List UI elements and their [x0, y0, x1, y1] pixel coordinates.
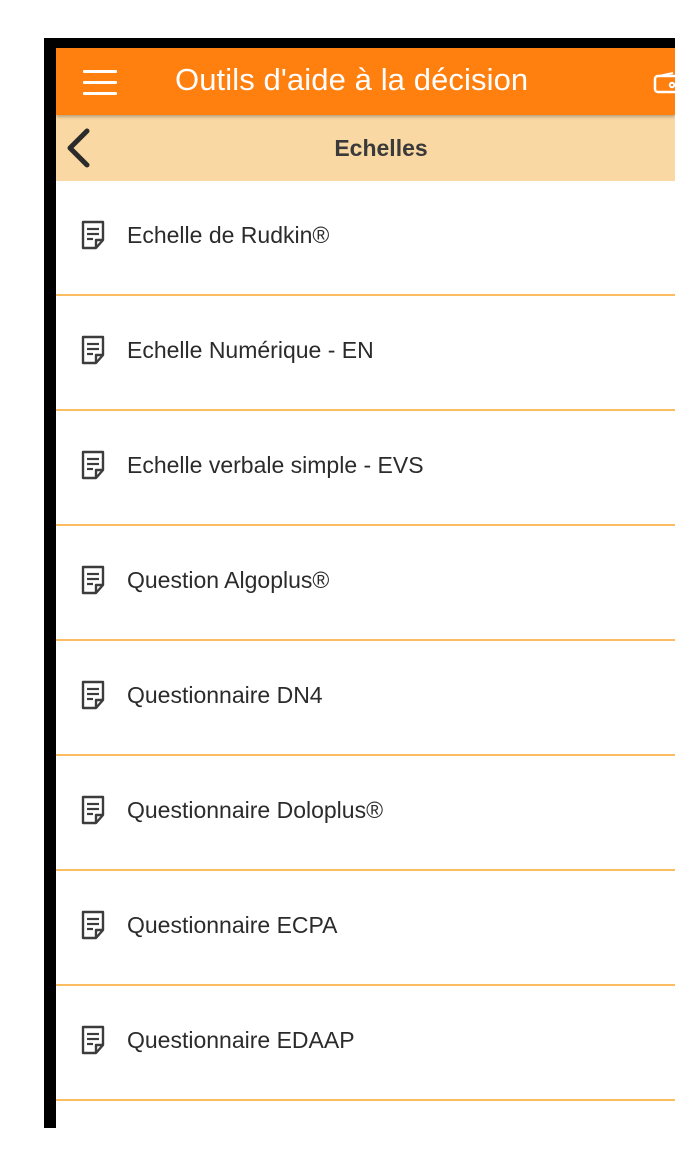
document-icon [81, 795, 105, 825]
list-item-label: Echelle Numérique - EN [127, 337, 374, 363]
chevron-left-icon [67, 128, 90, 168]
device-frame: Outils d'aide à la décision Echelles Ech… [44, 38, 675, 1128]
hamburger-menu-icon[interactable] [83, 70, 117, 96]
list-item-label: Echelle verbale simple - EVS [127, 452, 424, 478]
list-item[interactable]: Echelle de Rudkin® [56, 181, 675, 296]
list-item[interactable]: Questionnaire DN4 [56, 641, 675, 756]
list-item[interactable]: Echelle Numérique - EN [56, 296, 675, 411]
list-item[interactable]: Echelle verbale simple - EVS [56, 411, 675, 526]
list-item[interactable]: Questionnaire Doloplus® [56, 756, 675, 871]
document-icon [81, 680, 105, 710]
list-item-label: Questionnaire Doloplus® [127, 797, 384, 823]
list-item-label: Question Algoplus® [127, 567, 330, 593]
document-icon [81, 565, 105, 595]
list-item-label: Questionnaire DN4 [127, 682, 323, 708]
section-title: Echelles [334, 135, 428, 161]
back-button[interactable] [62, 127, 96, 169]
section-header: Echelles [56, 115, 675, 181]
document-icon [81, 335, 105, 365]
list-item-label: Echelle de Rudkin® [127, 222, 330, 248]
document-icon [81, 220, 105, 250]
document-icon [81, 1025, 105, 1055]
document-icon [81, 910, 105, 940]
list-item[interactable]: Questionnaire ECPA [56, 871, 675, 986]
screenshot-background: Outils d'aide à la décision Echelles Ech… [0, 0, 675, 1156]
document-icon [81, 450, 105, 480]
app-bar: Outils d'aide à la décision [56, 48, 675, 115]
wallet-icon[interactable] [653, 72, 675, 94]
scale-list: Echelle de Rudkin® Echelle Numérique - E… [56, 181, 675, 1101]
list-item-label: Questionnaire ECPA [127, 912, 338, 938]
list-item[interactable]: Questionnaire EDAAP [56, 986, 675, 1101]
list-item-label: Questionnaire EDAAP [127, 1027, 355, 1053]
app-screen: Outils d'aide à la décision Echelles Ech… [56, 48, 675, 1128]
list-item[interactable]: Question Algoplus® [56, 526, 675, 641]
app-title: Outils d'aide à la décision [175, 62, 529, 97]
